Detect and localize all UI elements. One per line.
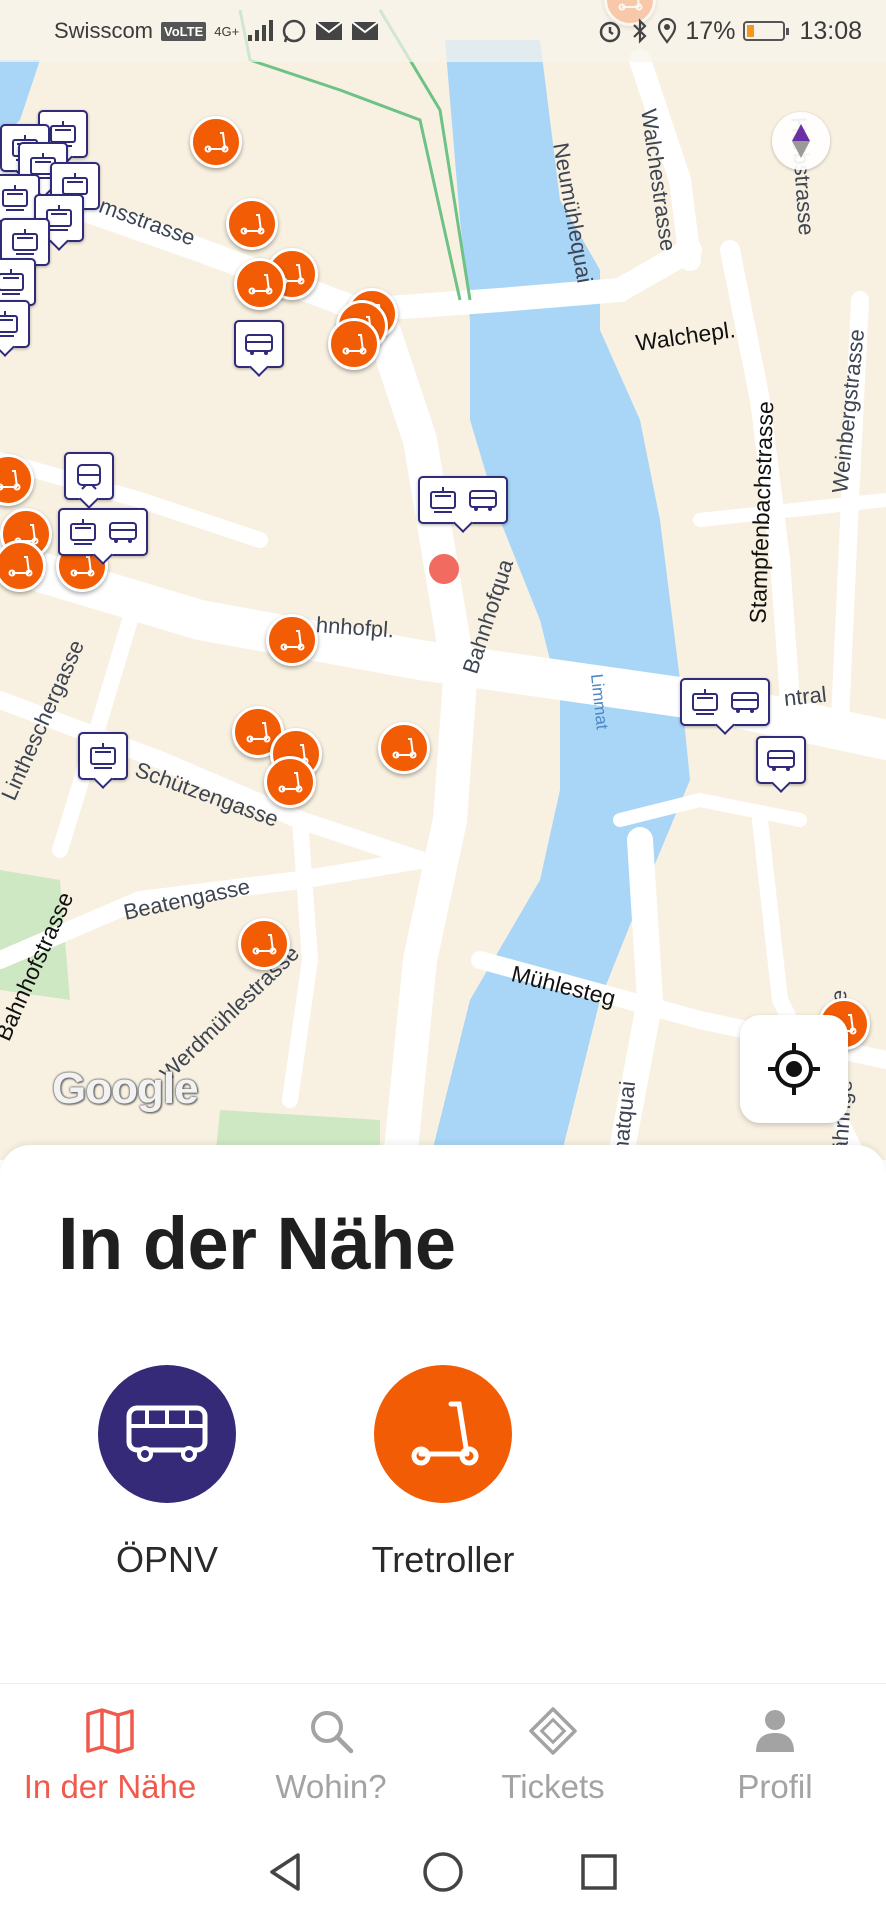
clock: 13:08 [799, 16, 862, 45]
category-label: Tretroller [371, 1539, 515, 1580]
nav-tab-where-to[interactable]: Wohin? [220, 1684, 442, 1823]
bus-icon [126, 1405, 208, 1462]
category-icon-circle [98, 1365, 236, 1503]
compass-icon [792, 124, 810, 158]
scooter-icon [392, 738, 417, 759]
bottom-navigation: In der Nähe Wohin? Tickets Profil [0, 1683, 886, 1823]
street-label: ntral [782, 681, 828, 711]
mail-icon [351, 21, 379, 40]
back-icon[interactable] [264, 1849, 310, 1895]
carrier-name: Swisscom [54, 18, 154, 43]
tram-bus-stop-pin[interactable] [418, 476, 508, 524]
nav-label: In der Nähe [23, 1768, 197, 1805]
scooter-icon [0, 470, 21, 491]
scooter-pin[interactable] [378, 722, 430, 774]
compass-button[interactable] [772, 112, 830, 170]
status-bar: Swisscom VoLTE 4G+ 17% 13:08 [0, 0, 886, 62]
system-navigation-bar [0, 1823, 886, 1920]
tram-stop-pin[interactable] [0, 258, 36, 306]
scooter-icon [8, 556, 33, 577]
location-icon [658, 18, 677, 44]
ticket-icon [529, 1707, 577, 1755]
nav-label: Tickets [501, 1768, 605, 1805]
scooter-icon [248, 274, 273, 295]
signal-icon [248, 20, 274, 41]
category-scooter-button[interactable]: Tretroller [333, 1365, 553, 1581]
tram-bus-stop-pin[interactable] [680, 678, 770, 726]
scooter-pin[interactable] [264, 756, 316, 808]
tram-bus-stop-pin[interactable] [58, 508, 148, 556]
street-label: hnhofpl. [315, 612, 396, 643]
scooter-icon [278, 772, 303, 793]
tram-stop-pin[interactable] [78, 732, 128, 780]
volte-badge: VoLTE [161, 21, 207, 41]
whatsapp-icon [282, 19, 306, 43]
battery-percent: 17% [685, 16, 736, 45]
home-icon[interactable] [420, 1849, 466, 1895]
mail-icon [315, 21, 343, 40]
bus-icon [469, 490, 497, 511]
scooter-icon [204, 132, 229, 153]
google-attribution: Google [52, 1064, 199, 1113]
nav-tab-tickets[interactable]: Tickets [442, 1684, 664, 1823]
tram-icon [12, 229, 38, 255]
scooter-pin[interactable] [234, 258, 286, 310]
scooter-icon [246, 722, 271, 743]
tram-icon [692, 689, 718, 715]
bus-stop-pin[interactable] [234, 320, 284, 368]
category-label: ÖPNV [115, 1539, 219, 1580]
tram-icon [0, 311, 18, 337]
category-public-transport-button[interactable]: ÖPNV [57, 1365, 277, 1581]
my-location-button[interactable] [740, 1015, 848, 1123]
alarm-icon [600, 21, 621, 43]
bus-icon [731, 692, 759, 713]
person-icon [756, 1710, 794, 1752]
battery-icon [743, 21, 790, 41]
scooter-pin[interactable] [328, 318, 380, 370]
tram-icon [90, 743, 116, 769]
user-location-dot [429, 554, 459, 584]
scooter-icon [411, 1401, 479, 1466]
tram-stop-pin[interactable] [0, 300, 30, 348]
tram-icon [430, 487, 456, 513]
tram-icon [0, 269, 24, 295]
tram-icon [2, 185, 28, 211]
bus-stop-pin[interactable] [756, 736, 806, 784]
bus-icon [767, 750, 795, 771]
train-stop-pin[interactable] [64, 452, 114, 500]
tram-icon [70, 519, 96, 545]
scooter-icon [252, 934, 277, 955]
scooter-pin[interactable] [226, 198, 278, 250]
network-type: 4G+ [214, 23, 240, 39]
crosshair-icon [768, 1043, 820, 1095]
search-icon [311, 1711, 354, 1754]
map-view[interactable]: Walchestrasse Neumühlequai Walchepl. Sta… [0, 0, 886, 1160]
category-icon-circle [374, 1365, 512, 1503]
sheet-title: In der Nähe [58, 1202, 456, 1285]
nearby-sheet[interactable]: In der Nähe ÖPNV Tretroller [0, 1145, 886, 1685]
nav-label: Profil [737, 1768, 813, 1805]
bluetooth-icon [633, 18, 647, 44]
recents-icon[interactable] [576, 1849, 622, 1895]
scooter-icon [240, 214, 265, 235]
nav-tab-profile[interactable]: Profil [664, 1684, 886, 1823]
scooter-icon [280, 630, 305, 651]
scooter-pin[interactable] [266, 614, 318, 666]
train-icon [77, 464, 101, 490]
scooter-icon [342, 334, 367, 355]
bus-icon [245, 334, 273, 355]
scooter-pin[interactable] [190, 116, 242, 168]
nav-label: Wohin? [275, 1768, 387, 1805]
bus-icon [109, 522, 137, 543]
scooter-pin[interactable] [238, 918, 290, 970]
nav-tab-nearby[interactable]: In der Nähe [0, 1684, 220, 1823]
map-icon [86, 1708, 134, 1754]
